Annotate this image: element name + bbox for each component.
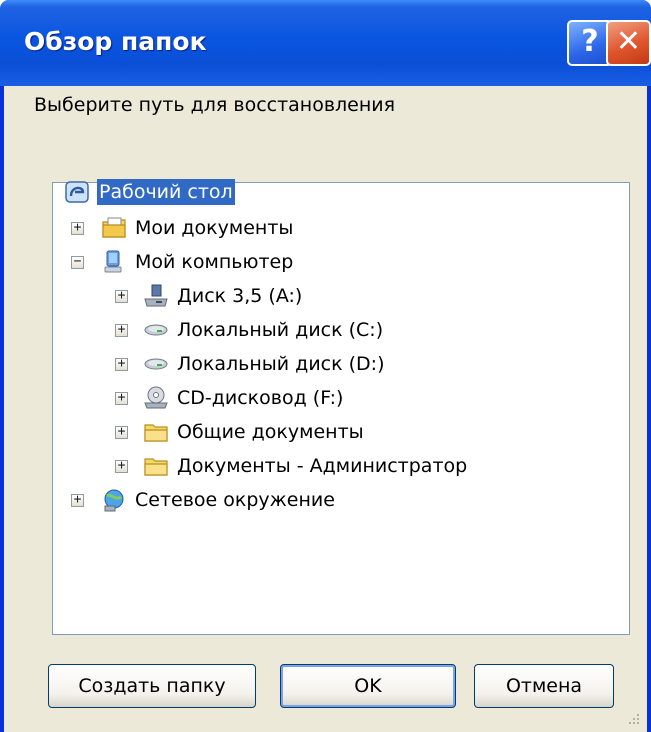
expand-toggle[interactable]: +	[115, 391, 128, 405]
tree-item-label: Локальный диск (C:)	[177, 319, 384, 341]
tree-item-label: Рабочий стол	[97, 179, 235, 205]
folder-icon	[144, 424, 168, 442]
expand-toggle[interactable]: +	[115, 459, 128, 473]
folder-tree[interactable]: Рабочий стол + Мои документы − Мой компь…	[52, 179, 630, 635]
expand-toggle[interactable]: +	[71, 221, 84, 235]
tree-item-label: CD-дисковод (F:)	[177, 387, 344, 409]
hard-drive-icon	[144, 358, 168, 370]
expand-toggle[interactable]: +	[115, 289, 128, 303]
tree-item-label: Сетевое окружение	[135, 489, 335, 511]
cancel-button[interactable]: Отмена	[474, 664, 614, 708]
folder-icon	[144, 458, 168, 476]
tree-item-label: Документы - Администратор	[177, 455, 468, 477]
expand-toggle[interactable]: +	[115, 357, 128, 371]
close-button[interactable]: ✕	[606, 20, 651, 66]
expand-toggle[interactable]: +	[115, 323, 128, 337]
desktop-icon	[65, 181, 89, 203]
hard-drive-icon	[144, 324, 168, 336]
browse-folder-dialog: Обзор папок ? ✕ Выберите путь для восста…	[0, 0, 651, 732]
tree-item-label: Мой компьютер	[135, 251, 294, 273]
instruction-text: Выберите путь для восстановления	[34, 94, 396, 116]
expand-toggle[interactable]: +	[115, 425, 128, 439]
collapse-toggle[interactable]: −	[71, 255, 84, 269]
expand-toggle[interactable]: +	[71, 493, 84, 507]
dialog-body: Выберите путь для восстановления Рабочий…	[4, 86, 647, 732]
my-computer-icon	[104, 250, 122, 273]
tree-item-label: Локальный диск (D:)	[177, 353, 385, 375]
tree-item-label: Мои документы	[135, 217, 294, 239]
tree-item-label: Диск 3,5 (A:)	[177, 285, 303, 307]
dialog-title: Обзор папок	[24, 27, 207, 56]
tree-item-label: Общие документы	[177, 421, 364, 443]
network-icon	[104, 489, 124, 512]
my-documents-icon	[102, 217, 126, 238]
new-folder-button[interactable]: Создать папку	[48, 664, 256, 708]
title-bar[interactable]: Обзор папок ? ✕	[0, 0, 651, 86]
floppy-drive-icon	[144, 284, 168, 307]
ok-button[interactable]: OK	[280, 664, 456, 708]
cd-drive-icon	[144, 386, 168, 409]
resize-grip-icon[interactable]	[627, 712, 641, 726]
